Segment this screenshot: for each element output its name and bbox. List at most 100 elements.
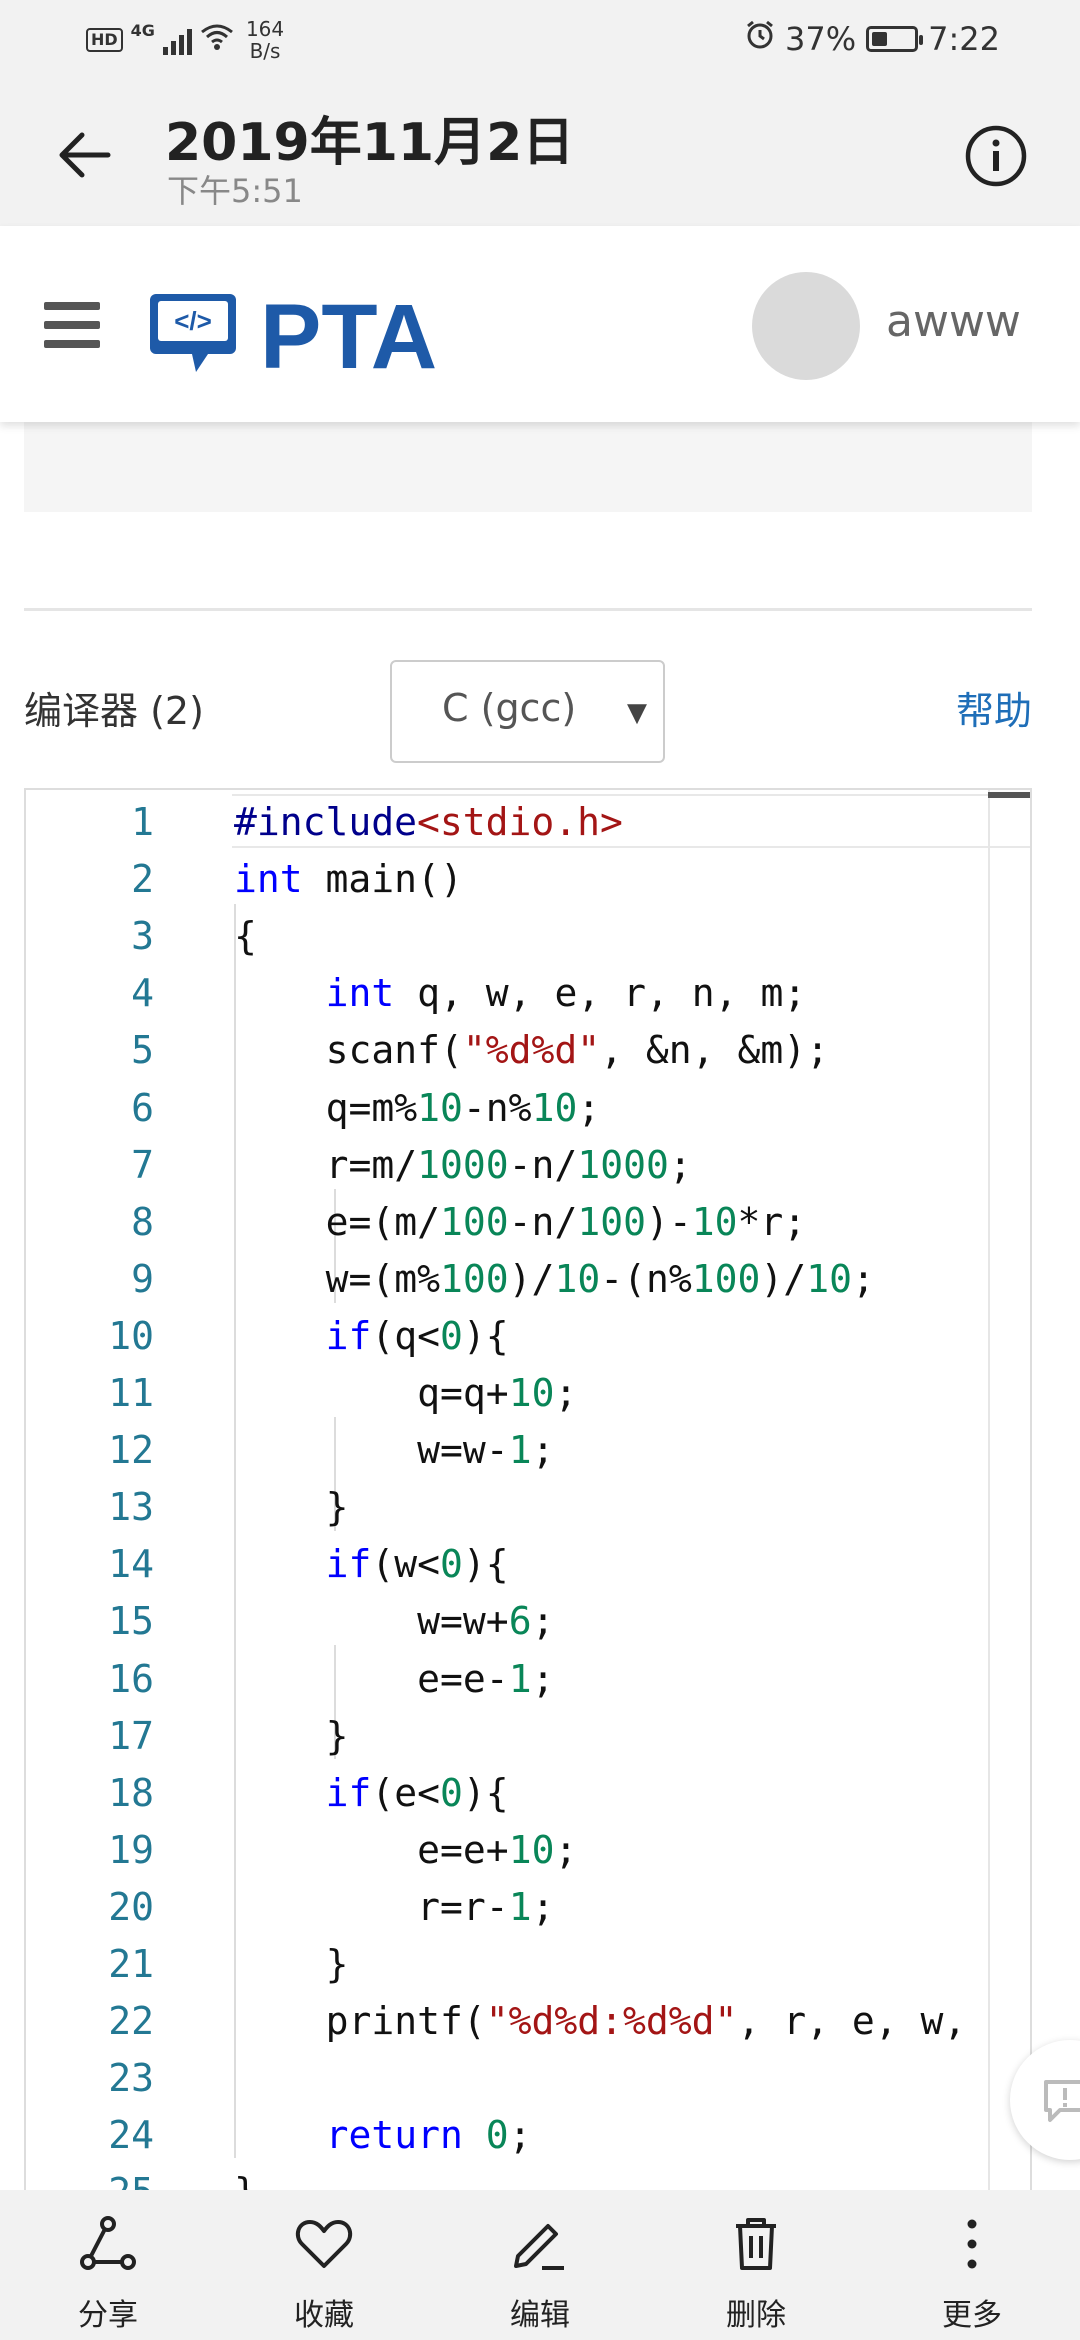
- code-token: w: [462, 1428, 486, 1473]
- code-text[interactable]: if(w<0){: [234, 1536, 509, 1593]
- code-token: r: [783, 1999, 807, 2044]
- code-text[interactable]: return 0;: [234, 2107, 532, 2164]
- code-text[interactable]: e=e+10;: [234, 1822, 577, 1879]
- net-speed-value: 164: [245, 17, 285, 41]
- code-line[interactable]: 10 if(q<0){: [26, 1308, 1030, 1365]
- code-token: -: [485, 1428, 509, 1473]
- code-line[interactable]: 20 r=r-1;: [26, 1879, 1030, 1936]
- code-token: %: [417, 1256, 441, 1301]
- share-button[interactable]: 分享: [0, 2190, 216, 2340]
- code-line[interactable]: 12 w=w-1;: [26, 1422, 1030, 1479]
- code-line[interactable]: 7 r=m/1000-n/1000;: [26, 1137, 1030, 1194]
- status-left: HD 4G 164 B/s: [86, 18, 284, 62]
- code-line[interactable]: 11 q=q+10;: [26, 1365, 1030, 1422]
- code-text[interactable]: q=m%10-n%10;: [234, 1080, 601, 1137]
- code-text[interactable]: }: [234, 1936, 349, 1993]
- more-button[interactable]: 更多: [864, 2190, 1080, 2340]
- number-token: 1: [508, 1656, 532, 1701]
- code-text[interactable]: if(q<0){: [234, 1308, 509, 1365]
- number-token: 100: [440, 1256, 509, 1301]
- code-line[interactable]: 24 return 0;: [26, 2107, 1030, 2164]
- code-text[interactable]: int q, w, e, r, n, m;: [234, 965, 807, 1022]
- code-line[interactable]: 8 e=(m/100-n/100)-10*r;: [26, 1194, 1030, 1251]
- code-token: n: [691, 971, 715, 1016]
- code-text[interactable]: w=(m%100)/10-(n%100)/10;: [234, 1251, 875, 1308]
- code-line[interactable]: 5 scanf("%d%d", &n, &m);: [26, 1022, 1030, 1079]
- back-arrow-icon[interactable]: [50, 120, 120, 190]
- share-label: 分享: [78, 2298, 138, 2333]
- code-line[interactable]: 6 q=m%10-n%10;: [26, 1080, 1030, 1137]
- code-text[interactable]: e=(m/100-n/100)-10*r;: [234, 1194, 807, 1251]
- pta-logo[interactable]: </> PTA: [148, 286, 488, 376]
- code-token: }: [325, 1485, 349, 1530]
- code-token: m: [371, 1142, 395, 1187]
- code-token: -: [668, 1199, 692, 1244]
- help-link[interactable]: 帮助: [956, 680, 1032, 735]
- code-text[interactable]: {: [234, 908, 257, 965]
- code-line[interactable]: 9 w=(m%100)/10-(n%100)/10;: [26, 1251, 1030, 1308]
- code-line[interactable]: 3{: [26, 908, 1030, 965]
- code-text[interactable]: e=e-1;: [234, 1651, 554, 1708]
- code-line[interactable]: 13 }: [26, 1479, 1030, 1536]
- code-line[interactable]: 22 printf("%d%d:%d%d", r, e, w,: [26, 1993, 1030, 2050]
- code-line[interactable]: 18 if(e<0){: [26, 1765, 1030, 1822]
- menu-icon[interactable]: [44, 302, 100, 348]
- code-line[interactable]: 23: [26, 2050, 1030, 2107]
- code-line[interactable]: 2 int main(): [26, 851, 1030, 908]
- code-line[interactable]: 14 if(w<0){: [26, 1536, 1030, 1593]
- code-editor[interactable]: 1 #include<stdio.h> 2 int main() 3{4 int q, …: [24, 788, 1032, 2218]
- code-line[interactable]: 15 w=w+6;: [26, 1593, 1030, 1650]
- line-number: 23: [108, 2056, 154, 2101]
- code-line[interactable]: 19 e=e+10;: [26, 1822, 1030, 1879]
- code-line[interactable]: 1 #include<stdio.h>: [26, 794, 1030, 851]
- code-token: ): [760, 1256, 784, 1301]
- code-line[interactable]: 17 }: [26, 1708, 1030, 1765]
- code-line[interactable]: 21 }: [26, 1936, 1030, 1993]
- code-text[interactable]: }: [234, 1479, 349, 1536]
- code-text[interactable]: if(e<0){: [234, 1765, 509, 1822]
- edit-button[interactable]: 编辑: [432, 2190, 648, 2340]
- code-token: (: [623, 1256, 646, 1301]
- code-text[interactable]: }: [234, 1708, 349, 1765]
- code-text[interactable]: printf("%d%d:%d%d", r, e, w,: [234, 1993, 967, 2050]
- code-text[interactable]: q=q+10;: [234, 1365, 577, 1422]
- string-token: "%d%d:%d%d": [485, 1999, 738, 2044]
- code-token: n: [485, 1085, 509, 1130]
- battery-level: [872, 32, 887, 46]
- favorite-button[interactable]: 收藏: [216, 2190, 432, 2340]
- code-text[interactable]: int main(): [234, 851, 463, 908]
- avatar[interactable]: [752, 272, 860, 380]
- line-number: 22: [108, 1999, 154, 2044]
- delete-button[interactable]: 删除: [648, 2190, 864, 2340]
- compiler-select[interactable]: C (gcc) ▼: [390, 660, 665, 763]
- info-icon[interactable]: [964, 124, 1028, 188]
- code-text[interactable]: w=w-1;: [234, 1422, 554, 1479]
- keyword-token: int: [234, 857, 303, 902]
- code-line[interactable]: 16 e=e-1;: [26, 1651, 1030, 1708]
- code-token: ;: [554, 1827, 578, 1872]
- code-line[interactable]: 4 int q, w, e, r, n, m;: [26, 965, 1030, 1022]
- code-token: ,: [737, 1999, 761, 2044]
- code-text[interactable]: scanf("%d%d", &n, &m);: [234, 1022, 829, 1079]
- code-text[interactable]: w=w+6;: [234, 1593, 554, 1650]
- number-token: 100: [577, 1199, 646, 1244]
- code-text[interactable]: #include<stdio.h>: [234, 794, 623, 851]
- number-token: 10: [554, 1256, 601, 1301]
- code-text[interactable]: r=m/1000-n/1000;: [234, 1137, 692, 1194]
- code-token: +: [485, 1371, 509, 1415]
- code-text[interactable]: r=r-1;: [234, 1879, 554, 1936]
- username[interactable]: awww: [886, 296, 1021, 347]
